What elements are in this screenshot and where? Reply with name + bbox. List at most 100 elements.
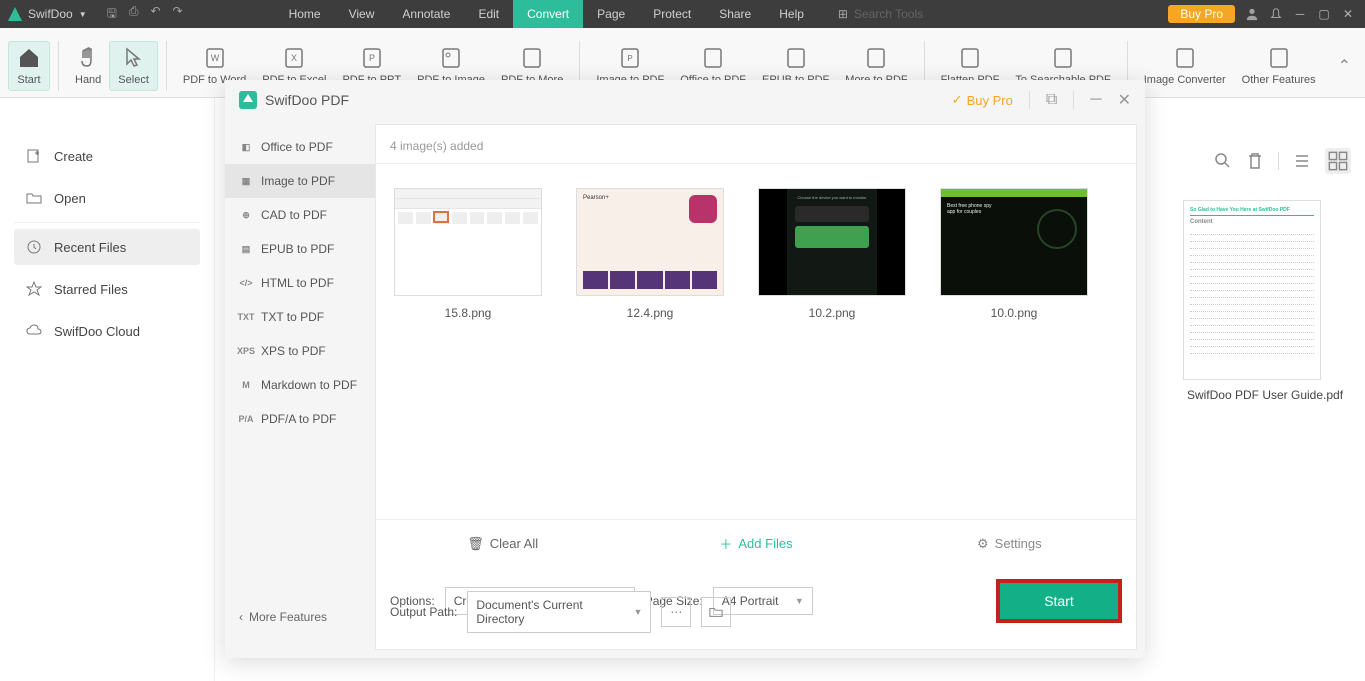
create-icon (26, 148, 42, 164)
menu-protect[interactable]: Protect (639, 0, 705, 28)
undo-icon[interactable]: ↶ (150, 4, 160, 25)
menu-edit[interactable]: Edit (464, 0, 513, 28)
maximize-icon[interactable]: ▢ (1317, 7, 1331, 21)
menu-annotate[interactable]: Annotate (388, 0, 464, 28)
dialog-main: 4 image(s) added 15.8.png Pearson+ 12.4.… (375, 124, 1137, 650)
add-files-button[interactable]: ＋Add Files (629, 520, 882, 567)
img2pdf-icon: P (618, 46, 642, 70)
browse-folder-button[interactable] (701, 597, 731, 627)
side-md-to-pdf[interactable]: MMarkdown to PDF (225, 368, 375, 402)
svg-text:P: P (369, 53, 375, 63)
more-options-button[interactable]: ⋯ (661, 597, 691, 627)
ppt-icon: P (360, 46, 384, 70)
side-image-to-pdf[interactable]: ▦Image to PDF (225, 164, 375, 198)
office-icon: ◧ (239, 140, 253, 154)
dialog-footer: Options: Create a New PDF▼ Page Size: A4… (376, 567, 1136, 649)
tool-select[interactable]: Select (109, 41, 158, 91)
buy-pro-button[interactable]: Buy Pro (1168, 5, 1235, 23)
search-input[interactable] (854, 7, 974, 21)
side-xps-to-pdf[interactable]: XPSXPS to PDF (225, 334, 375, 368)
menu-help[interactable]: Help (765, 0, 818, 28)
thumb-caption: 10.0.png (991, 306, 1038, 320)
thumb-item[interactable]: 15.8.png (394, 188, 542, 320)
ribbon-collapse-icon[interactable]: ⌃ (1324, 56, 1365, 76)
tool-image-converter[interactable]: Image Converter (1136, 42, 1234, 90)
output-select[interactable]: Document's Current Directory▼ (467, 591, 651, 633)
dialog-minimize-icon[interactable]: ─ (1090, 91, 1101, 109)
sidebar-open[interactable]: Open (14, 180, 200, 216)
app-dropdown-icon[interactable]: ▼ (79, 10, 87, 19)
dialog-close-icon[interactable]: ✕ (1118, 90, 1131, 110)
cad-icon: ⊕ (239, 208, 253, 222)
minimize-icon[interactable]: ─ (1293, 7, 1307, 21)
image-count: 4 image(s) added (376, 125, 1136, 164)
start-button[interactable]: Start (996, 579, 1122, 623)
side-epub-to-pdf[interactable]: ▤EPUB to PDF (225, 232, 375, 266)
menu-convert[interactable]: Convert (513, 0, 583, 28)
tool-hand[interactable]: Hand (67, 42, 109, 90)
app-name: SwifDoo (28, 7, 73, 21)
redo-icon[interactable]: ↷ (173, 4, 183, 25)
right-panel: So Glad to Have You Here at SwifDoo PDF … (1165, 138, 1365, 402)
thumb-item[interactable]: Best free phone spy app for couples 10.0… (940, 188, 1088, 320)
right-toolbar (1165, 138, 1365, 184)
save-icon[interactable]: 🖫 (107, 4, 117, 25)
thumb-item[interactable]: Pearson+ 12.4.png (576, 188, 724, 320)
sidebar-recent[interactable]: Recent Files (14, 229, 200, 265)
document-thumbnail[interactable]: So Glad to Have You Here at SwifDoo PDF … (1183, 200, 1321, 380)
image-icon (439, 46, 463, 70)
sidebar-starred[interactable]: Starred Files (14, 271, 200, 307)
print-icon[interactable]: ⎙ (129, 4, 139, 25)
settings-button[interactable]: ⚙Settings (883, 520, 1136, 567)
other-icon (1267, 46, 1291, 70)
menu-page[interactable]: Page (583, 0, 639, 28)
dialog-title: SwifDoo PDF (265, 92, 349, 108)
thumb-caption: 15.8.png (445, 306, 492, 320)
tool-other-features[interactable]: Other Features (1234, 42, 1324, 90)
bell-icon[interactable] (1269, 7, 1283, 21)
sidebar-cloud[interactable]: SwifDoo Cloud (14, 313, 200, 349)
svg-text:X: X (291, 53, 297, 63)
tool-start[interactable]: Start (8, 41, 50, 91)
xps-icon: XPS (239, 344, 253, 358)
preview-icon[interactable] (1214, 152, 1232, 170)
menu-share[interactable]: Share (705, 0, 765, 28)
more-doc-icon (520, 46, 544, 70)
chevron-down-icon: ▼ (795, 596, 804, 606)
pdfa-icon: P/A (239, 412, 253, 426)
side-cad-to-pdf[interactable]: ⊕CAD to PDF (225, 198, 375, 232)
word-icon: W (203, 46, 227, 70)
list-view-icon[interactable] (1293, 152, 1311, 170)
plus-icon: ＋ (719, 534, 732, 553)
side-office-to-pdf[interactable]: ◧Office to PDF (225, 130, 375, 164)
dialog-actions: 🗑Clear All ＋Add Files ⚙Settings (376, 519, 1136, 567)
dialog-titlebar: SwifDoo PDF ✓Buy Pro ⧉ ─ ✕ (225, 80, 1145, 120)
side-pdfa-to-pdf[interactable]: P/APDF/A to PDF (225, 402, 375, 436)
office2pdf-icon (701, 46, 725, 70)
dialog-buy-pro[interactable]: ✓Buy Pro (952, 92, 1013, 108)
thumb-caption: 12.4.png (627, 306, 674, 320)
titlebar-right: Buy Pro ─ ▢ ✕ (1168, 5, 1365, 23)
trash-icon: 🗑 (467, 536, 484, 552)
search-tools[interactable]: ⊞ (838, 7, 974, 21)
user-icon[interactable] (1245, 7, 1259, 21)
side-more-features[interactable]: ‹More Features (225, 596, 375, 638)
thumb-caption: 10.2.png (809, 306, 856, 320)
thumb-item[interactable]: Choose the device you want to monitor 10… (758, 188, 906, 320)
side-txt-to-pdf[interactable]: TXTTXT to PDF (225, 300, 375, 334)
app-logo: SwifDoo ▼ (0, 7, 95, 21)
thumbnail-grid: 15.8.png Pearson+ 12.4.png Choose the de… (376, 164, 1136, 519)
side-html-to-pdf[interactable]: </>HTML to PDF (225, 266, 375, 300)
title-bar: SwifDoo ▼ 🖫 ⎙ ↶ ↷ Home View Annotate Edi… (0, 0, 1365, 28)
home-icon (17, 46, 41, 70)
menu-view[interactable]: View (335, 0, 389, 28)
grid-view-icon[interactable] (1325, 148, 1351, 174)
close-icon[interactable]: ✕ (1341, 7, 1355, 21)
clear-all-button[interactable]: 🗑Clear All (376, 520, 629, 567)
menu-home[interactable]: Home (275, 0, 335, 28)
delete-icon[interactable] (1246, 152, 1264, 170)
dialog-popout-icon[interactable]: ⧉ (1046, 91, 1057, 109)
hand-icon (76, 46, 100, 70)
md-icon: M (239, 378, 253, 392)
sidebar-create[interactable]: Create (14, 138, 200, 174)
